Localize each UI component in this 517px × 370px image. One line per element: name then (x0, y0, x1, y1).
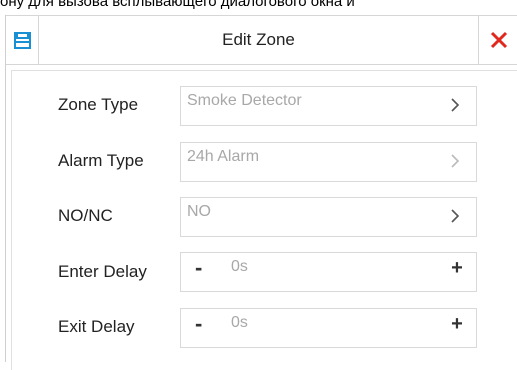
no-nc-value: NO (187, 203, 211, 220)
increment-button[interactable]: + (450, 309, 464, 349)
exit-delay-label: Exit Delay (58, 317, 135, 336)
close-icon (490, 31, 507, 49)
background-caption: ону для вызова всплывающего диалогового … (0, 0, 355, 10)
save-icon (13, 31, 31, 49)
no-nc-label: NO/NC (58, 206, 113, 225)
increment-button[interactable]: + (450, 253, 464, 293)
edit-zone-dialog: Edit Zone Zone Type Smoke Detector Alarm… (5, 15, 517, 370)
zone-type-label: Zone Type (58, 95, 139, 114)
chevron-right-icon (451, 209, 460, 223)
chevron-right-icon (451, 98, 460, 112)
zone-type-select[interactable]: Smoke Detector (180, 86, 477, 126)
exit-delay-stepper[interactable]: - 0s + (180, 308, 477, 348)
dialog-title: Edit Zone (222, 30, 295, 49)
enter-delay-value: 0s (231, 258, 248, 275)
save-button[interactable] (6, 16, 39, 64)
no-nc-select[interactable]: NO (180, 197, 477, 237)
chevron-right-icon (451, 154, 460, 168)
decrement-button[interactable]: - (195, 253, 213, 293)
close-button[interactable] (478, 16, 517, 64)
enter-delay-stepper[interactable]: - 0s + (180, 252, 477, 292)
zone-type-value: Smoke Detector (187, 92, 302, 109)
alarm-type-label: Alarm Type (58, 151, 144, 170)
exit-delay-value: 0s (231, 314, 248, 331)
enter-delay-label: Enter Delay (58, 262, 147, 281)
alarm-type-select[interactable]: 24h Alarm (180, 142, 477, 182)
alarm-type-value: 24h Alarm (187, 148, 260, 165)
dialog-header: Edit Zone (6, 15, 517, 65)
decrement-button[interactable]: - (195, 309, 213, 349)
